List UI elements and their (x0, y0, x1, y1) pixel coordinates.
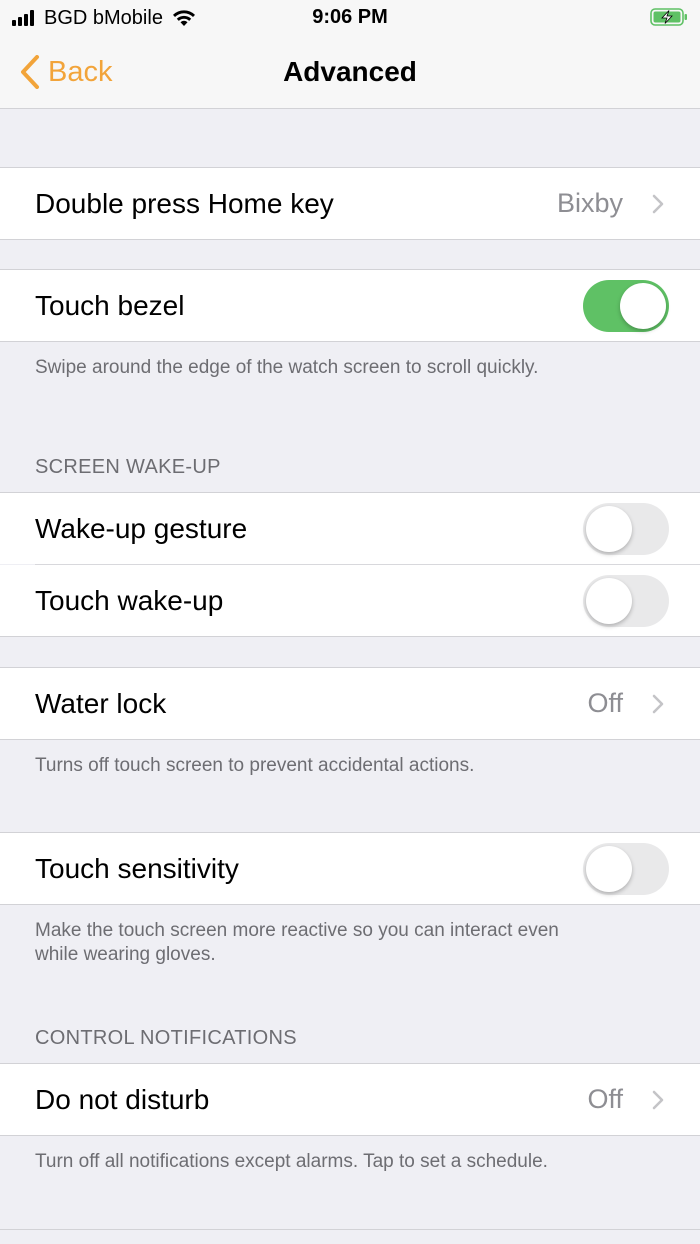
touch-wake-up-row: Touch wake-up (0, 565, 700, 636)
touch-sensitivity-description-line-1: Make the touch screen more reactive so y… (35, 920, 559, 941)
water-lock-description: Turns off touch screen to prevent accide… (35, 755, 475, 776)
touch-bezel-row: Touch bezel (0, 270, 700, 341)
row-label: Wake-up gesture (35, 513, 248, 544)
battery-icon (650, 8, 688, 26)
row-value: Off (587, 1084, 623, 1114)
wake-up-gesture-toggle[interactable] (583, 503, 669, 555)
touch-sensitivity-toggle[interactable] (583, 843, 669, 895)
touch-sensitivity-row: Touch sensitivity (0, 833, 700, 904)
touch-wake-up-toggle[interactable] (583, 575, 669, 627)
chevron-right-icon (652, 194, 664, 214)
row-label: Double press Home key (35, 188, 334, 219)
status-time: 9:06 PM (312, 6, 388, 28)
separator (0, 636, 700, 637)
section-header-screen-wake-up: SCREEN WAKE-UP (35, 456, 221, 478)
separator (0, 739, 700, 740)
double-press-home-key-row[interactable]: Double press Home key Bixby (0, 168, 700, 239)
section-header-control-notifications: CONTROL NOTIFICATIONS (35, 1027, 297, 1049)
do-not-disturb-row[interactable]: Do not disturb Off (0, 1064, 700, 1135)
row-value: Off (587, 688, 623, 718)
touch-bezel-toggle[interactable] (583, 280, 669, 332)
separator (0, 341, 700, 342)
row-label: Water lock (35, 688, 167, 719)
separator (0, 904, 700, 905)
separator (0, 1229, 700, 1230)
chevron-right-icon (652, 694, 664, 714)
separator (0, 1135, 700, 1136)
chevron-right-icon (652, 1090, 664, 1110)
row-label: Touch wake-up (35, 585, 224, 616)
page-title: Advanced (283, 56, 417, 87)
row-label: Touch bezel (35, 290, 185, 321)
do-not-disturb-description: Turn off all notifications except alarms… (35, 1151, 548, 1172)
touch-sensitivity-description-line-2: while wearing gloves. (35, 944, 216, 965)
row-label: Do not disturb (35, 1084, 210, 1115)
touch-bezel-description: Swipe around the edge of the watch scree… (35, 357, 539, 378)
separator (0, 239, 700, 240)
row-label: Touch sensitivity (35, 853, 239, 884)
water-lock-row[interactable]: Water lock Off (0, 668, 700, 739)
status-bar: BGD bMobile 9:06 PM (0, 0, 700, 36)
row-value: Bixby (556, 188, 623, 218)
wake-up-gesture-row: Wake-up gesture (0, 493, 700, 564)
navigation-bar: Back Advanced (0, 36, 700, 109)
